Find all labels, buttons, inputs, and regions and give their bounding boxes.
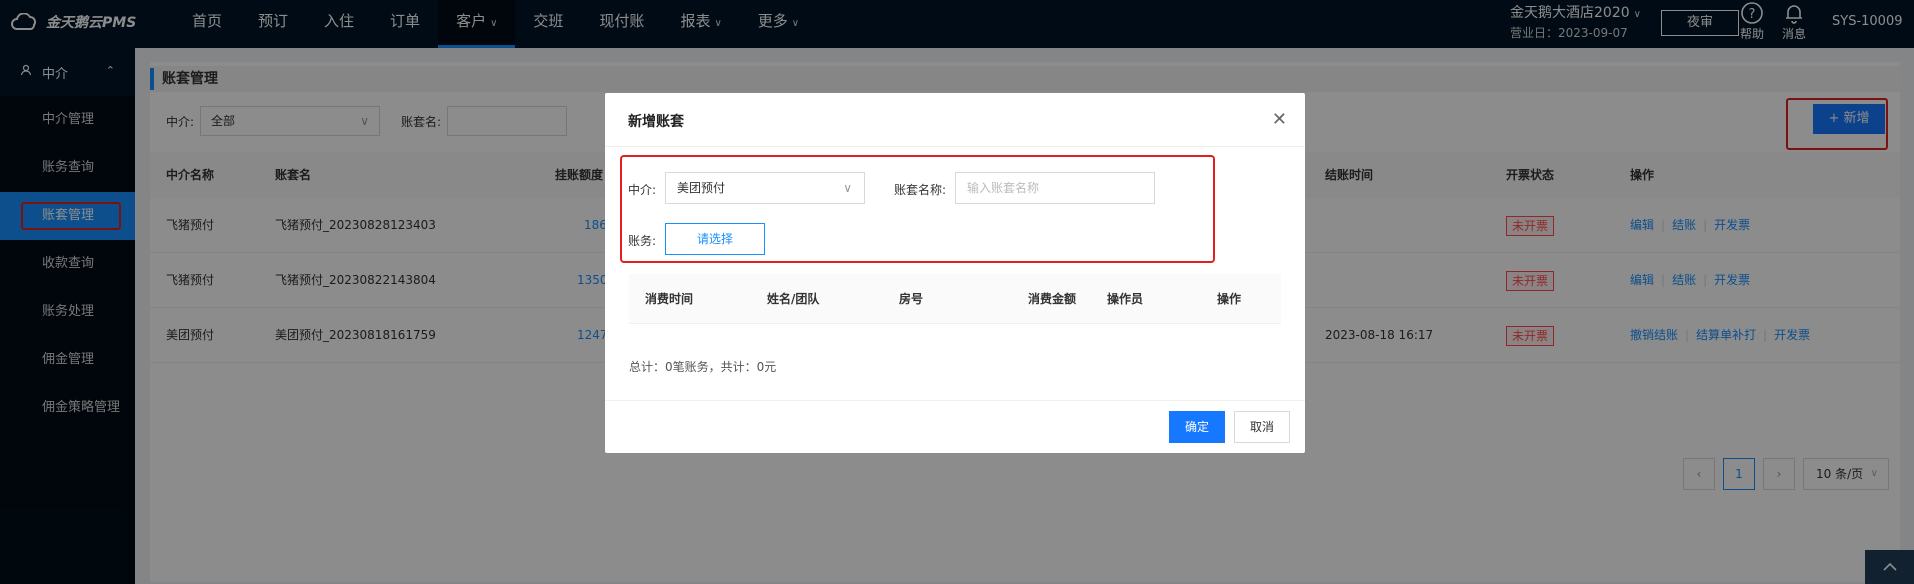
close-icon[interactable]: ✕ — [1272, 109, 1287, 130]
column-header: 消费金额 — [1028, 292, 1077, 306]
modal-header: 新增账套 ✕ — [605, 93, 1305, 147]
form-highlight — [620, 155, 1215, 263]
cancel-button[interactable]: 取消 — [1234, 411, 1290, 443]
confirm-button[interactable]: 确定 — [1169, 411, 1225, 443]
column-header: 房号 — [899, 292, 924, 306]
column-header: 姓名/团队 — [767, 292, 820, 306]
column-header: 操作 — [1217, 292, 1242, 306]
modal-title: 新增账套 — [628, 114, 684, 130]
column-header: 操作员 — [1107, 292, 1144, 306]
modal-table-header: 消费时间 姓名/团队 房号 消费金额 操作员 操作 — [629, 274, 1281, 324]
column-header: 消费时间 — [645, 292, 694, 306]
modal-summary: 总计：0笔账务，共计：0元 — [629, 360, 777, 374]
add-ledger-modal: 新增账套 ✕ 中介: 美团预付 ∨ 账套名称: 输入账套名称 账务: 请选择 消… — [605, 93, 1305, 453]
